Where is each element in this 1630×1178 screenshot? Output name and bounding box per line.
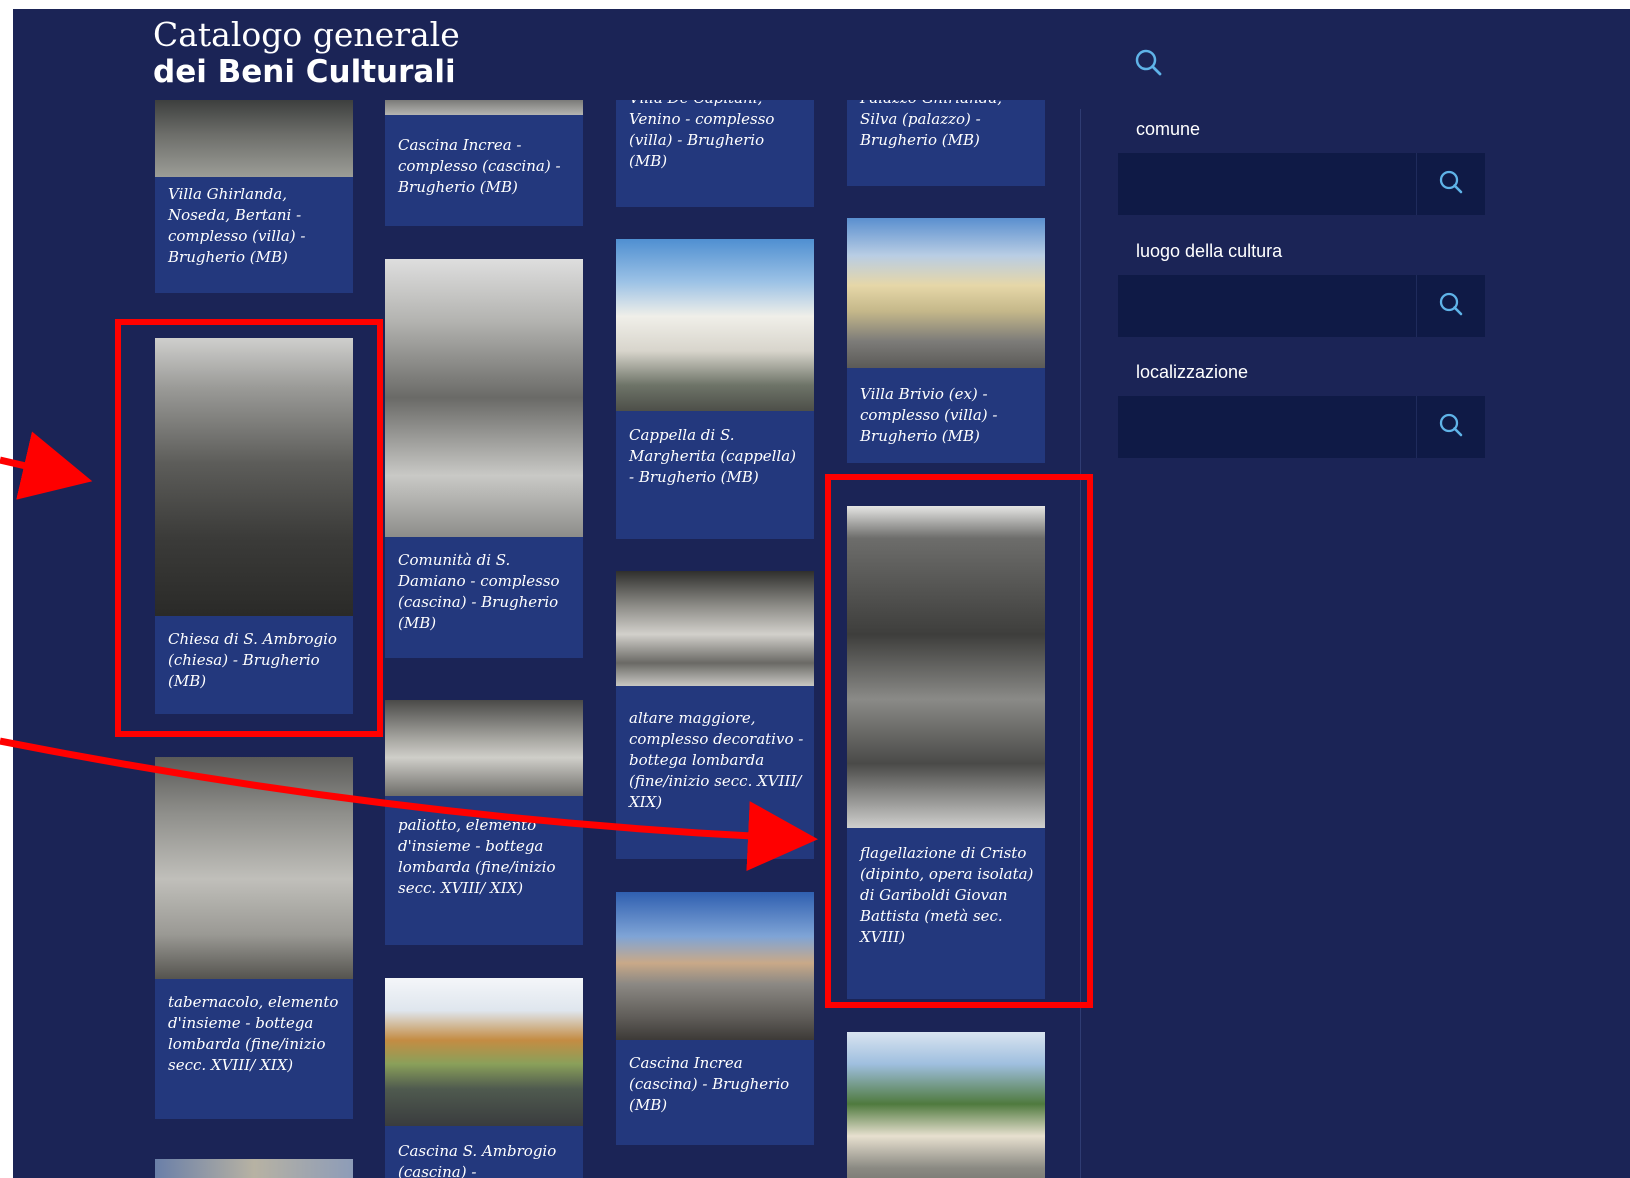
result-card[interactable]: flagellazione di Cristo (dipinto, opera … bbox=[847, 506, 1045, 999]
result-thumbnail bbox=[155, 338, 353, 616]
filter-label-localizzazione: localizzazione bbox=[1136, 362, 1249, 382]
result-caption: Cascina S. Ambrogio (cascina) - bbox=[398, 1142, 557, 1178]
filter-label-comune: comune bbox=[1136, 119, 1201, 139]
result-caption: Cappella di S. Margherita (cappella) - B… bbox=[629, 426, 796, 486]
result-thumbnail bbox=[616, 571, 814, 686]
luogo-della-cultura-input[interactable] bbox=[1118, 275, 1435, 337]
logo-line-2: dei Beni Culturali bbox=[153, 54, 456, 91]
site-logo[interactable]: Catalogo generale dei Beni Culturali bbox=[153, 15, 460, 91]
catalog-page: Catalogo generale dei Beni Culturali Vil… bbox=[13, 9, 1630, 1178]
result-caption: tabernacolo, elemento d'insieme - botteg… bbox=[168, 993, 339, 1074]
result-thumbnail bbox=[385, 100, 583, 115]
result-thumbnail bbox=[847, 1032, 1045, 1178]
comune-field[interactable] bbox=[1118, 153, 1485, 215]
result-thumbnail bbox=[385, 700, 583, 796]
filter-label-luogo: luogo della cultura bbox=[1136, 241, 1283, 261]
result-caption: Cascina Increa (cascina) - Brugherio (MB… bbox=[629, 1054, 790, 1114]
localizzazione-input[interactable] bbox=[1118, 396, 1435, 458]
result-card[interactable]: Cascina Increa (cascina) - Brugherio (MB… bbox=[616, 892, 814, 1145]
localizzazione-field[interactable] bbox=[1118, 396, 1485, 458]
result-card[interactable]: Chiesa di S. Ambrogio (chiesa) - Brugher… bbox=[155, 338, 353, 714]
search-icon[interactable] bbox=[1133, 47, 1165, 79]
comune-input[interactable] bbox=[1118, 153, 1435, 215]
search-icon bbox=[1437, 411, 1465, 444]
result-card[interactable]: Palazzo Ghirlanda, Silva (palazzo) - Bru… bbox=[847, 100, 1045, 186]
result-card[interactable]: tabernacolo, elemento d'insieme - botteg… bbox=[155, 757, 353, 1119]
result-card[interactable]: Comunità di S. Damiano - complesso (casc… bbox=[385, 259, 583, 658]
localizzazione-search-button[interactable] bbox=[1416, 396, 1485, 458]
result-card[interactable]: Cascina S. Ambrogio (cascina) - bbox=[385, 978, 583, 1178]
result-caption: Chiesa di S. Ambrogio (chiesa) - Brugher… bbox=[168, 630, 337, 690]
result-card[interactable] bbox=[155, 1159, 353, 1178]
result-card[interactable]: Cappella di S. Margherita (cappella) - B… bbox=[616, 239, 814, 539]
result-card[interactable]: Villa De Capitani, Venino - complesso (v… bbox=[616, 100, 814, 207]
comune-search-button[interactable] bbox=[1416, 153, 1485, 215]
result-caption: Villa De Capitani, Venino - complesso (v… bbox=[629, 100, 775, 170]
result-card[interactable]: paliotto, elemento d'insieme - bottega l… bbox=[385, 700, 583, 945]
result-thumbnail bbox=[616, 892, 814, 1040]
result-card[interactable] bbox=[847, 1032, 1045, 1178]
result-thumbnail bbox=[385, 978, 583, 1126]
result-card[interactable]: Cascina Increa - complesso (cascina) - B… bbox=[385, 100, 583, 226]
result-card[interactable]: altare maggiore, complesso decorativo - … bbox=[616, 571, 814, 859]
search-icon bbox=[1437, 168, 1465, 201]
luogo-della-cultura-field[interactable] bbox=[1118, 275, 1485, 337]
result-caption: altare maggiore, complesso decorativo - … bbox=[629, 709, 804, 811]
result-caption: Villa Ghirlanda, Noseda, Bertani - compl… bbox=[168, 185, 306, 266]
result-caption: flagellazione di Cristo (dipinto, opera … bbox=[860, 844, 1034, 946]
result-thumbnail bbox=[155, 1159, 353, 1178]
result-thumbnail bbox=[385, 259, 583, 537]
result-card[interactable]: Villa Brivio (ex) - complesso (villa) - … bbox=[847, 218, 1045, 463]
logo-line-1: Catalogo generale bbox=[153, 15, 460, 54]
result-caption: paliotto, elemento d'insieme - bottega l… bbox=[398, 816, 556, 897]
result-thumbnail bbox=[155, 100, 353, 177]
result-card[interactable]: Villa Ghirlanda, Noseda, Bertani - compl… bbox=[155, 100, 353, 293]
result-thumbnail bbox=[155, 757, 353, 979]
result-caption: Villa Brivio (ex) - complesso (villa) - … bbox=[860, 385, 998, 445]
search-icon bbox=[1437, 290, 1465, 323]
result-thumbnail bbox=[847, 506, 1045, 828]
luogo-search-button[interactable] bbox=[1416, 275, 1485, 337]
sidebar-divider bbox=[1080, 109, 1081, 1178]
result-caption: Palazzo Ghirlanda, Silva (palazzo) - Bru… bbox=[860, 100, 1002, 149]
result-thumbnail bbox=[616, 239, 814, 411]
result-caption: Cascina Increa - complesso (cascina) - B… bbox=[398, 136, 561, 196]
result-caption: Comunità di S. Damiano - complesso (casc… bbox=[398, 551, 560, 632]
result-thumbnail bbox=[847, 218, 1045, 368]
